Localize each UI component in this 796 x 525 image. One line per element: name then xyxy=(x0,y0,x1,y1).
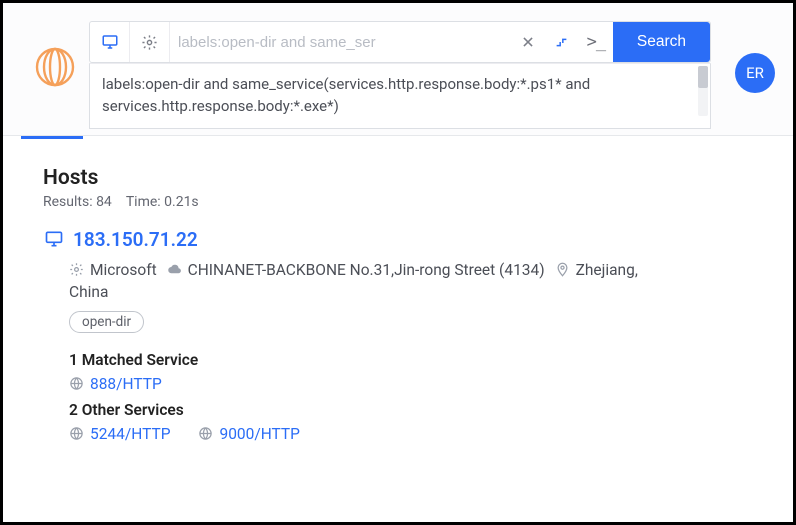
other-services-heading: 2 Other Services xyxy=(69,401,753,419)
scrollbar-thumb[interactable] xyxy=(698,66,708,88)
host-location-part1: Zhejiang, xyxy=(555,261,638,279)
globe-icon xyxy=(69,426,84,441)
globe-icon xyxy=(198,426,213,441)
service-link[interactable]: 888/HTTP xyxy=(69,375,162,393)
query-text: labels:open-dir and same_service(service… xyxy=(102,75,590,115)
gear-icon xyxy=(69,262,84,277)
matched-services-heading: 1 Matched Service xyxy=(69,351,753,369)
active-tab-indicator xyxy=(21,136,83,139)
brand-logo xyxy=(21,21,89,89)
service-link[interactable]: 5244/HTTP xyxy=(69,425,170,443)
close-icon[interactable] xyxy=(511,22,545,62)
matched-services-list: 888/HTTP xyxy=(69,375,753,393)
avatar[interactable]: ER xyxy=(735,53,775,93)
cloud-icon xyxy=(167,262,182,277)
terminal-icon[interactable]: >_ xyxy=(579,22,613,62)
search-button[interactable]: Search xyxy=(613,22,710,62)
results-summary: Results: 84 Time: 0.21s xyxy=(43,194,753,210)
results-time: Time: 0.21s xyxy=(126,194,199,210)
host-ip-link[interactable]: 183.150.71.22 xyxy=(43,228,753,251)
results-body: Hosts Results: 84 Time: 0.21s 183.150.71… xyxy=(3,142,793,443)
search-bar: >_ Search xyxy=(89,21,711,63)
results-count: Results: 84 xyxy=(43,194,112,210)
host-ip: 183.150.71.22 xyxy=(73,228,198,251)
host-location-part2: China xyxy=(69,283,753,301)
search-area: >_ Search labels:open-dir and same_servi… xyxy=(89,21,711,129)
host-entry: 183.150.71.22 Microsoft CHINANET-BACKBON… xyxy=(43,228,753,443)
query-textarea[interactable]: labels:open-dir and same_service(service… xyxy=(89,63,711,129)
tab-strip xyxy=(3,136,793,142)
host-meta: Microsoft CHINANET-BACKBONE No.31,Jin-ro… xyxy=(69,261,753,279)
header: >_ Search labels:open-dir and same_servi… xyxy=(3,3,793,136)
section-title: Hosts xyxy=(43,166,753,190)
monitor-icon xyxy=(43,229,65,249)
globe-icon xyxy=(69,376,84,391)
host-os: Microsoft xyxy=(69,261,157,279)
pin-icon xyxy=(555,262,570,277)
label-chip[interactable]: open-dir xyxy=(69,311,144,333)
host-asn: CHINANET-BACKBONE No.31,Jin-rong Street … xyxy=(167,261,545,279)
gear-icon[interactable] xyxy=(130,22,170,62)
collapse-icon[interactable] xyxy=(545,22,579,62)
service-link[interactable]: 9000/HTTP xyxy=(198,425,299,443)
other-services-list: 5244/HTTP 9000/HTTP xyxy=(69,425,753,443)
search-input[interactable] xyxy=(170,22,511,62)
monitor-icon[interactable] xyxy=(90,22,130,62)
